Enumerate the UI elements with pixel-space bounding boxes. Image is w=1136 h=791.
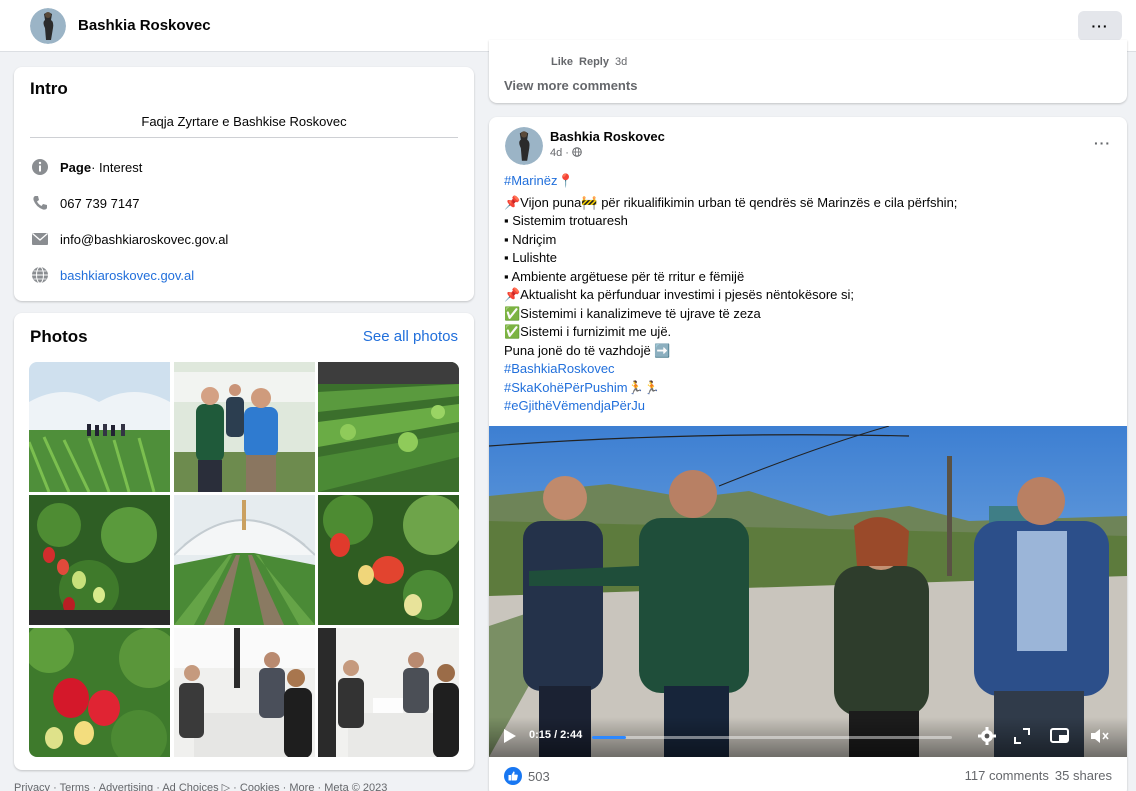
website-row: bashkiaroskovec.gov.al xyxy=(30,265,194,285)
post-line: ✅Sistemi i furnizimit me ujë. xyxy=(504,324,672,339)
picture-in-picture-icon[interactable] xyxy=(1049,726,1071,751)
photos-title: Photos xyxy=(30,327,88,346)
intro-divider xyxy=(30,137,458,138)
shares-count[interactable]: 35 shares xyxy=(1055,768,1112,783)
post-author-name[interactable]: Bashkia Roskovec xyxy=(550,129,665,144)
play-icon[interactable] xyxy=(503,728,517,749)
comments-count[interactable]: 117 comments xyxy=(965,768,1049,783)
reactions-count: 503 xyxy=(528,768,550,784)
post-stats: 117 comments 35 shares xyxy=(965,768,1112,783)
like-badge-icon xyxy=(504,767,522,785)
volume-mute-icon[interactable] xyxy=(1089,726,1111,751)
video-progress-fill xyxy=(592,736,627,739)
post-meta: 4d · xyxy=(550,147,582,159)
post-line: ▪ Ndriçim xyxy=(504,231,557,247)
comment-reply-link[interactable]: Reply xyxy=(579,56,609,68)
photo-thumbnail[interactable] xyxy=(173,628,315,757)
previous-post-comments: Like Reply 3d View more comments xyxy=(489,40,1127,103)
page-avatar[interactable] xyxy=(30,8,66,44)
post-line: ✅Sistemimi i kanalizimeve të ujrave të z… xyxy=(504,305,761,321)
photo-thumbnail[interactable] xyxy=(29,362,170,492)
video-controls: 0:15 / 2:44 xyxy=(489,717,1127,757)
phone-icon xyxy=(30,193,50,213)
photo-thumbnail[interactable] xyxy=(173,495,315,625)
photo-thumbnail[interactable] xyxy=(173,362,315,492)
phone-number: 067 739 7147 xyxy=(60,195,140,211)
photo-thumbnail[interactable] xyxy=(29,495,170,625)
globe-small-icon xyxy=(572,147,582,159)
more-options-button[interactable]: ··· xyxy=(1078,11,1122,41)
post-card: Bashkia Roskovec 4d · ··· #Marinëz📍 📌Vij… xyxy=(489,117,1127,791)
post-line: ▪ Ambiente argëtuese për të rritur e fëm… xyxy=(504,268,745,284)
intro-bio: Faqja Zyrtare e Bashkise Roskovec xyxy=(141,114,347,129)
category-label: · Interest xyxy=(91,159,143,175)
website-link[interactable]: bashkiaroskovec.gov.al xyxy=(60,268,194,283)
post-line: Puna jonë do të vazhdojë ➡️ xyxy=(504,342,671,358)
intro-title: Intro xyxy=(30,79,68,98)
photo-thumbnail[interactable] xyxy=(318,628,459,757)
post-hashtag[interactable]: #eGjithëVëmendjaPërJu xyxy=(504,397,1114,416)
reactions-summary[interactable]: 503 xyxy=(504,767,550,785)
fullscreen-icon[interactable] xyxy=(1012,726,1032,751)
post-video[interactable]: 0:15 / 2:44 xyxy=(489,426,1127,757)
post-more-options-button[interactable]: ··· xyxy=(1094,135,1111,151)
footer-links[interactable]: Privacy · Terms · Advertising · Ad Choic… xyxy=(14,781,387,791)
post-time[interactable]: 4d · xyxy=(550,147,572,159)
photos-card: Photos See all photos xyxy=(14,313,474,770)
post-author-avatar[interactable] xyxy=(505,127,543,165)
post-hashtag[interactable]: #Marinëz📍 xyxy=(504,172,1114,191)
post-hashtag[interactable]: #BashkiaRoskovec xyxy=(504,360,1114,379)
comment-like-link[interactable]: Like xyxy=(551,56,573,68)
post-line: ▪ Sistemim trotuaresh xyxy=(504,213,628,228)
category-page-label: Page xyxy=(60,159,92,175)
photo-grid xyxy=(29,362,459,757)
post-text: #Marinëz📍 📌Vijon puna🚧 për rikualifikimi… xyxy=(504,172,1114,416)
video-time: 0:15 / 2:44 xyxy=(529,729,583,741)
photo-thumbnail[interactable] xyxy=(318,495,459,625)
see-all-photos-link[interactable]: See all photos xyxy=(363,328,458,345)
intro-card: Intro Faqja Zyrtare e Bashkise Roskovec … xyxy=(14,67,474,301)
post-line: ▪ Lulishte xyxy=(504,250,558,265)
post-hashtag[interactable]: #SkaKohëPërPushim🏃🏃 xyxy=(504,379,1114,398)
view-more-comments-link[interactable]: View more comments xyxy=(504,78,637,93)
post-line: 📌Aktualisht ka përfunduar investimi i pj… xyxy=(504,287,855,302)
video-progress-bar[interactable] xyxy=(592,736,952,739)
page-name[interactable]: Bashkia Roskovec xyxy=(78,17,211,34)
info-icon xyxy=(30,157,50,177)
globe-icon xyxy=(30,265,50,285)
email-icon xyxy=(30,229,50,249)
photo-thumbnail[interactable] xyxy=(318,362,459,492)
comment-actions: Like Reply 3d xyxy=(551,56,627,68)
email-address[interactable]: info@bashkiaroskovec.gov.al xyxy=(60,232,228,247)
gear-icon[interactable] xyxy=(977,726,997,751)
category-row: Page · Interest xyxy=(30,157,142,177)
phone-row: 067 739 7147 xyxy=(30,193,140,213)
comment-time: 3d xyxy=(614,56,628,68)
video-frame xyxy=(489,426,1127,757)
email-row: info@bashkiaroskovec.gov.al xyxy=(30,229,228,249)
photo-thumbnail[interactable] xyxy=(29,628,170,757)
post-line: 📌Vijon puna🚧 për rikualifikimin urban të… xyxy=(504,194,958,210)
